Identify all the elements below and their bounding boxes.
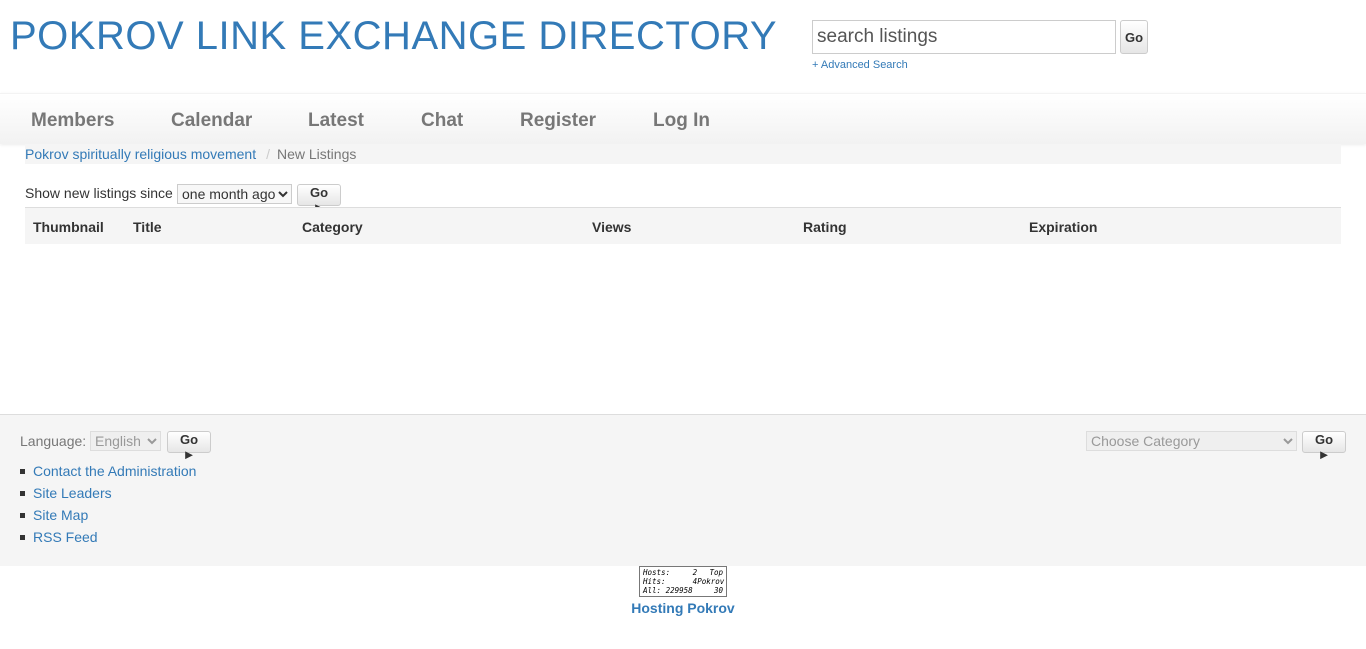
column-header-expiration: Expiration (1029, 219, 1098, 235)
column-header-thumbnail: Thumbnail (33, 219, 104, 235)
site-leaders-link[interactable]: Site Leaders (33, 485, 112, 501)
language-go-button[interactable]: Go ► (167, 431, 211, 462)
nav-item-latest[interactable]: Latest (308, 110, 364, 132)
search-input[interactable] (812, 20, 1116, 54)
column-header-rating: Rating (803, 219, 847, 235)
counter-all-value: 229958 (665, 586, 693, 595)
counter-badge-line3: 30 (713, 586, 723, 595)
breadcrumb-current: New Listings (276, 146, 357, 162)
footer-link-item: Site Leaders (20, 482, 196, 504)
breadcrumb-parent-link[interactable]: Pokrov spiritually religious movement (25, 146, 256, 162)
category-select[interactable]: Choose Category (1086, 431, 1297, 451)
column-header-views: Views (592, 219, 632, 235)
breadcrumb-separator: / (266, 146, 270, 162)
search-go-button[interactable]: Go (1120, 20, 1148, 54)
counter-all-label: All: (643, 586, 662, 595)
nav-item-members[interactable]: Members (31, 110, 114, 132)
advanced-search-link[interactable]: + Advanced Search (812, 59, 908, 71)
counter-hosts-label: Hosts: (643, 568, 671, 577)
main-nav: Members Calendar Latest Chat Register Lo… (0, 93, 1366, 144)
footer-link-item: Contact the Administration (20, 460, 196, 482)
category-go-button[interactable]: Go ► (1302, 431, 1346, 462)
footer-links: Contact the Administration Site Leaders … (20, 460, 196, 548)
column-header-title: Title (133, 219, 162, 235)
breadcrumb: Pokrov spiritually religious movement / Ne… (25, 144, 1341, 164)
filter-go-button[interactable]: Go ► (297, 184, 341, 215)
column-header-category: Category (302, 219, 363, 235)
hosting-container: Hosting Pokrov (0, 600, 1366, 616)
footer: Language: English Go ► Choose Category G… (0, 414, 1366, 566)
counter-row-hits: Hits: 4 Pokrov (643, 577, 725, 586)
nav-item-chat[interactable]: Chat (421, 110, 463, 132)
site-map-link[interactable]: Site Map (33, 507, 88, 523)
counter-row-hosts: Hosts: 2 Top (643, 568, 723, 577)
nav-item-calendar[interactable]: Calendar (171, 110, 252, 132)
counter-row-all: All: 229958 30 (643, 586, 723, 595)
nav-item-log-in[interactable]: Log In (653, 110, 710, 132)
footer-link-item: Site Map (20, 504, 196, 526)
visitor-counter-badge[interactable]: Hosts: 2 Top Hits: 4 Pokrov All: 229958 … (639, 566, 727, 597)
counter-badge-line1: Top (709, 568, 723, 577)
language-select[interactable]: English (90, 431, 161, 451)
nav-item-register[interactable]: Register (520, 110, 596, 132)
hosting-pokrov-link[interactable]: Hosting Pokrov (631, 600, 734, 616)
contact-administration-link[interactable]: Contact the Administration (33, 463, 196, 479)
counter-badge-line2: Pokrov (697, 577, 725, 586)
filter-label: Show new listings since (25, 185, 173, 201)
counter-hits-label: Hits: (643, 577, 666, 586)
counter-hosts-value: 2 (692, 568, 698, 577)
rss-feed-link[interactable]: RSS Feed (33, 529, 98, 545)
listings-since-select[interactable]: one month ago (177, 184, 292, 204)
footer-link-item: RSS Feed (20, 526, 196, 548)
listings-table-header: Thumbnail Title Category Views Rating Ex… (25, 207, 1341, 244)
header: POKROV LINK EXCHANGE DIRECTORY Go + Adva… (0, 0, 1366, 92)
site-title-link[interactable]: POKROV LINK EXCHANGE DIRECTORY (10, 14, 777, 59)
language-label: Language: (20, 433, 87, 449)
